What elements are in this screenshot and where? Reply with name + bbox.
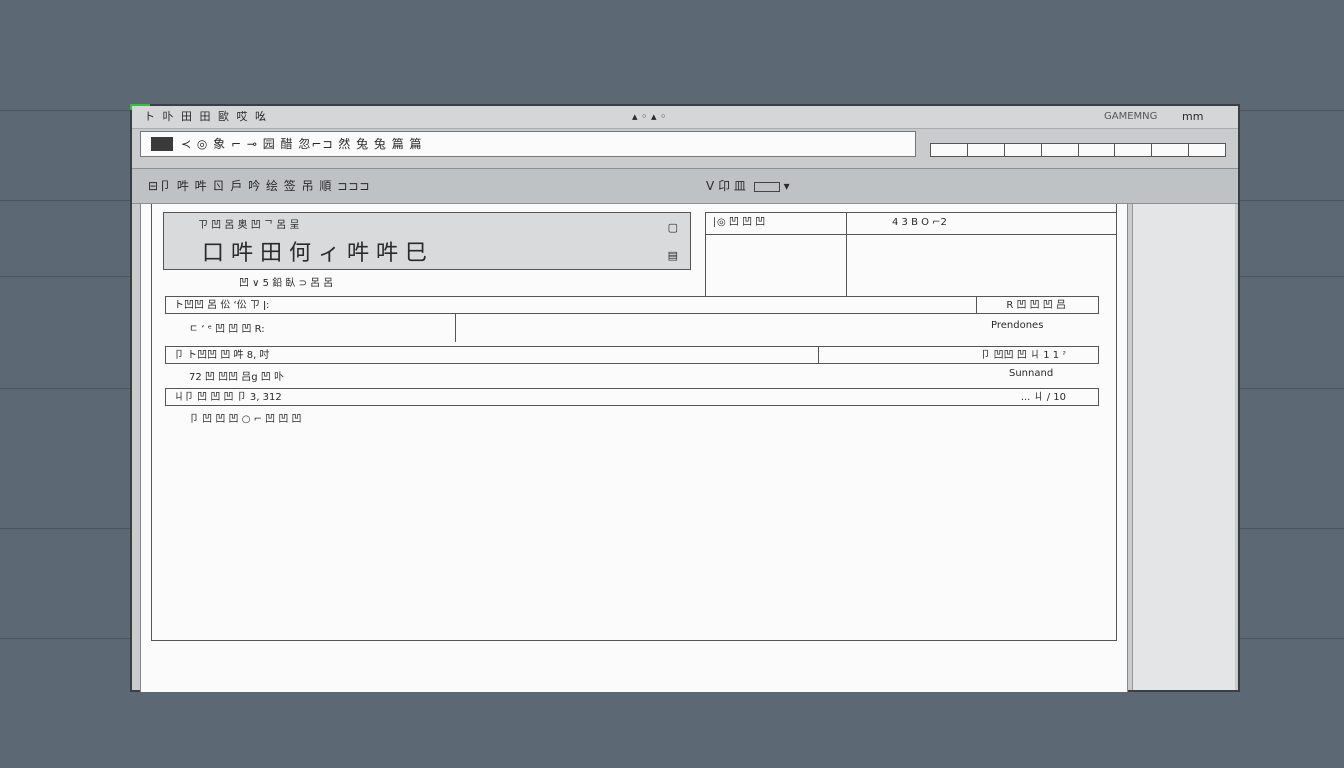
address-bar[interactable]: ≺ ◎ 象 ⌐ ⊸ 园 醋 忽⌐⊐ 然 兔 兔 篇 篇: [140, 131, 916, 157]
divider: [846, 213, 847, 297]
row-text: 72 凹 凹凹 吕g 凹 卟: [189, 372, 284, 383]
tab-strip[interactable]: [930, 143, 1226, 157]
toolbar-tools-label: V 卬 皿: [706, 179, 746, 193]
row-label: ト凹凹 呂 伀 ‘伀 ㄗ ǀ:: [174, 300, 270, 311]
table-row[interactable]: 卩 ト凹凹 凹 吽 8, 吋 卩 凹凹 凹 ㄐ 1 1 ˀ: [165, 346, 1099, 364]
row-text: ㄷ ‘ ᵉ 凹 凹 凹 R:: [189, 324, 265, 335]
row-text: 卩 凹 凹 凹 ○ ⌐ 凹 凹 凹: [189, 414, 302, 425]
tab[interactable]: [1005, 144, 1042, 156]
title-indicators: ▴ ◦ ▴ ◦: [632, 110, 667, 123]
document-area: ㄗ 凹 呂 奥 凹 ᄀ 呂 呈 口 吽 田 何 ィ 吽 吽 巳 ▢ ▤ 凹 ∨ …: [140, 204, 1128, 692]
row-label: ㄐ卩 凹 凹 凹 卩 3‚ 312: [174, 392, 282, 403]
table-row[interactable]: ㄐ卩 凹 凹 凹 卩 3‚ 312 ... ㄐ / 10: [165, 388, 1099, 406]
table-row[interactable]: ト凹凹 呂 伀 ‘伀 ㄗ ǀ: R 凹 凹 凹 吕: [165, 296, 1099, 314]
app-title: GAMEMNG: [1104, 111, 1158, 122]
info-header: ∣◎ 凹 凹 凹 4 3 B O ⌐2: [706, 213, 1116, 235]
toolbar-tools[interactable]: V 卬 皿 ▾: [706, 169, 790, 203]
tab[interactable]: [1042, 144, 1079, 156]
row-label: 卩 ト凹凹 凹 吽 8, 吋: [174, 350, 270, 361]
menu-bar[interactable]: ト 卟 田 田 歐 哎 吆: [144, 106, 268, 128]
divider: [455, 314, 456, 342]
row-value: 卩 凹凹 凹 ㄐ 1 1 ˀ: [980, 350, 1067, 361]
tab[interactable]: [1152, 144, 1190, 156]
square-icon[interactable]: ▢: [668, 221, 678, 234]
window-controls[interactable]: mm: [1182, 106, 1203, 128]
address-icon: [151, 137, 173, 151]
app-window: ト 卟 田 田 歐 哎 吆 ▴ ◦ ▴ ◦ GAMEMNG mm ≺ ◎ 象 ⌐…: [130, 104, 1240, 692]
info-panel: ∣◎ 凹 凹 凹 4 3 B O ⌐2: [705, 212, 1117, 297]
tab[interactable]: [1189, 144, 1225, 156]
row-value: ... ㄐ / 10: [1020, 392, 1066, 403]
tab[interactable]: [1079, 144, 1116, 156]
tab[interactable]: [931, 144, 968, 156]
list-icon[interactable]: ▤: [668, 249, 678, 262]
toolbar: ⊟卩 吽 吽 ㄖ 戶 吟 绘 签 吊 順 ⊐⊐⊐ V 卬 皿 ▾: [132, 168, 1238, 204]
info-header-left: ∣◎ 凹 凹 凹: [712, 217, 766, 228]
dropdown-chip[interactable]: [753, 181, 780, 192]
divider: [976, 297, 977, 313]
page-title: 口 吽 田 何 ィ 吽 吽 巳: [202, 241, 427, 266]
row-value: R 凹 凹 凹 吕: [1006, 300, 1066, 311]
document-header: ㄗ 凹 呂 奥 凹 ᄀ 呂 呈 口 吽 田 何 ィ 吽 吽 巳 ▢ ▤: [163, 212, 691, 270]
info-header-right: 4 3 B O ⌐2: [892, 217, 947, 228]
divider: [818, 347, 819, 363]
title-bar: ト 卟 田 田 歐 哎 吆 ▴ ◦ ▴ ◦ GAMEMNG mm: [132, 106, 1238, 129]
subheader: 凹 ∨ 5 鉛 臥 ⊃ 呂 呂: [239, 278, 334, 289]
address-text: ≺ ◎ 象 ⌐ ⊸ 园 醋 忽⌐⊐ 然 兔 兔 篇 篇: [181, 137, 423, 151]
header-small-text: ㄗ 凹 呂 奥 凹 ᄀ 呂 呈: [198, 220, 300, 231]
tab[interactable]: [1115, 144, 1153, 156]
row-value: Prendones: [991, 320, 1044, 331]
side-panel: [1132, 204, 1235, 690]
row-value: Sunnand: [1009, 368, 1054, 379]
breadcrumb[interactable]: ⊟卩 吽 吽 ㄖ 戶 吟 绘 签 吊 順 ⊐⊐⊐: [148, 169, 370, 203]
tab[interactable]: [968, 144, 1005, 156]
